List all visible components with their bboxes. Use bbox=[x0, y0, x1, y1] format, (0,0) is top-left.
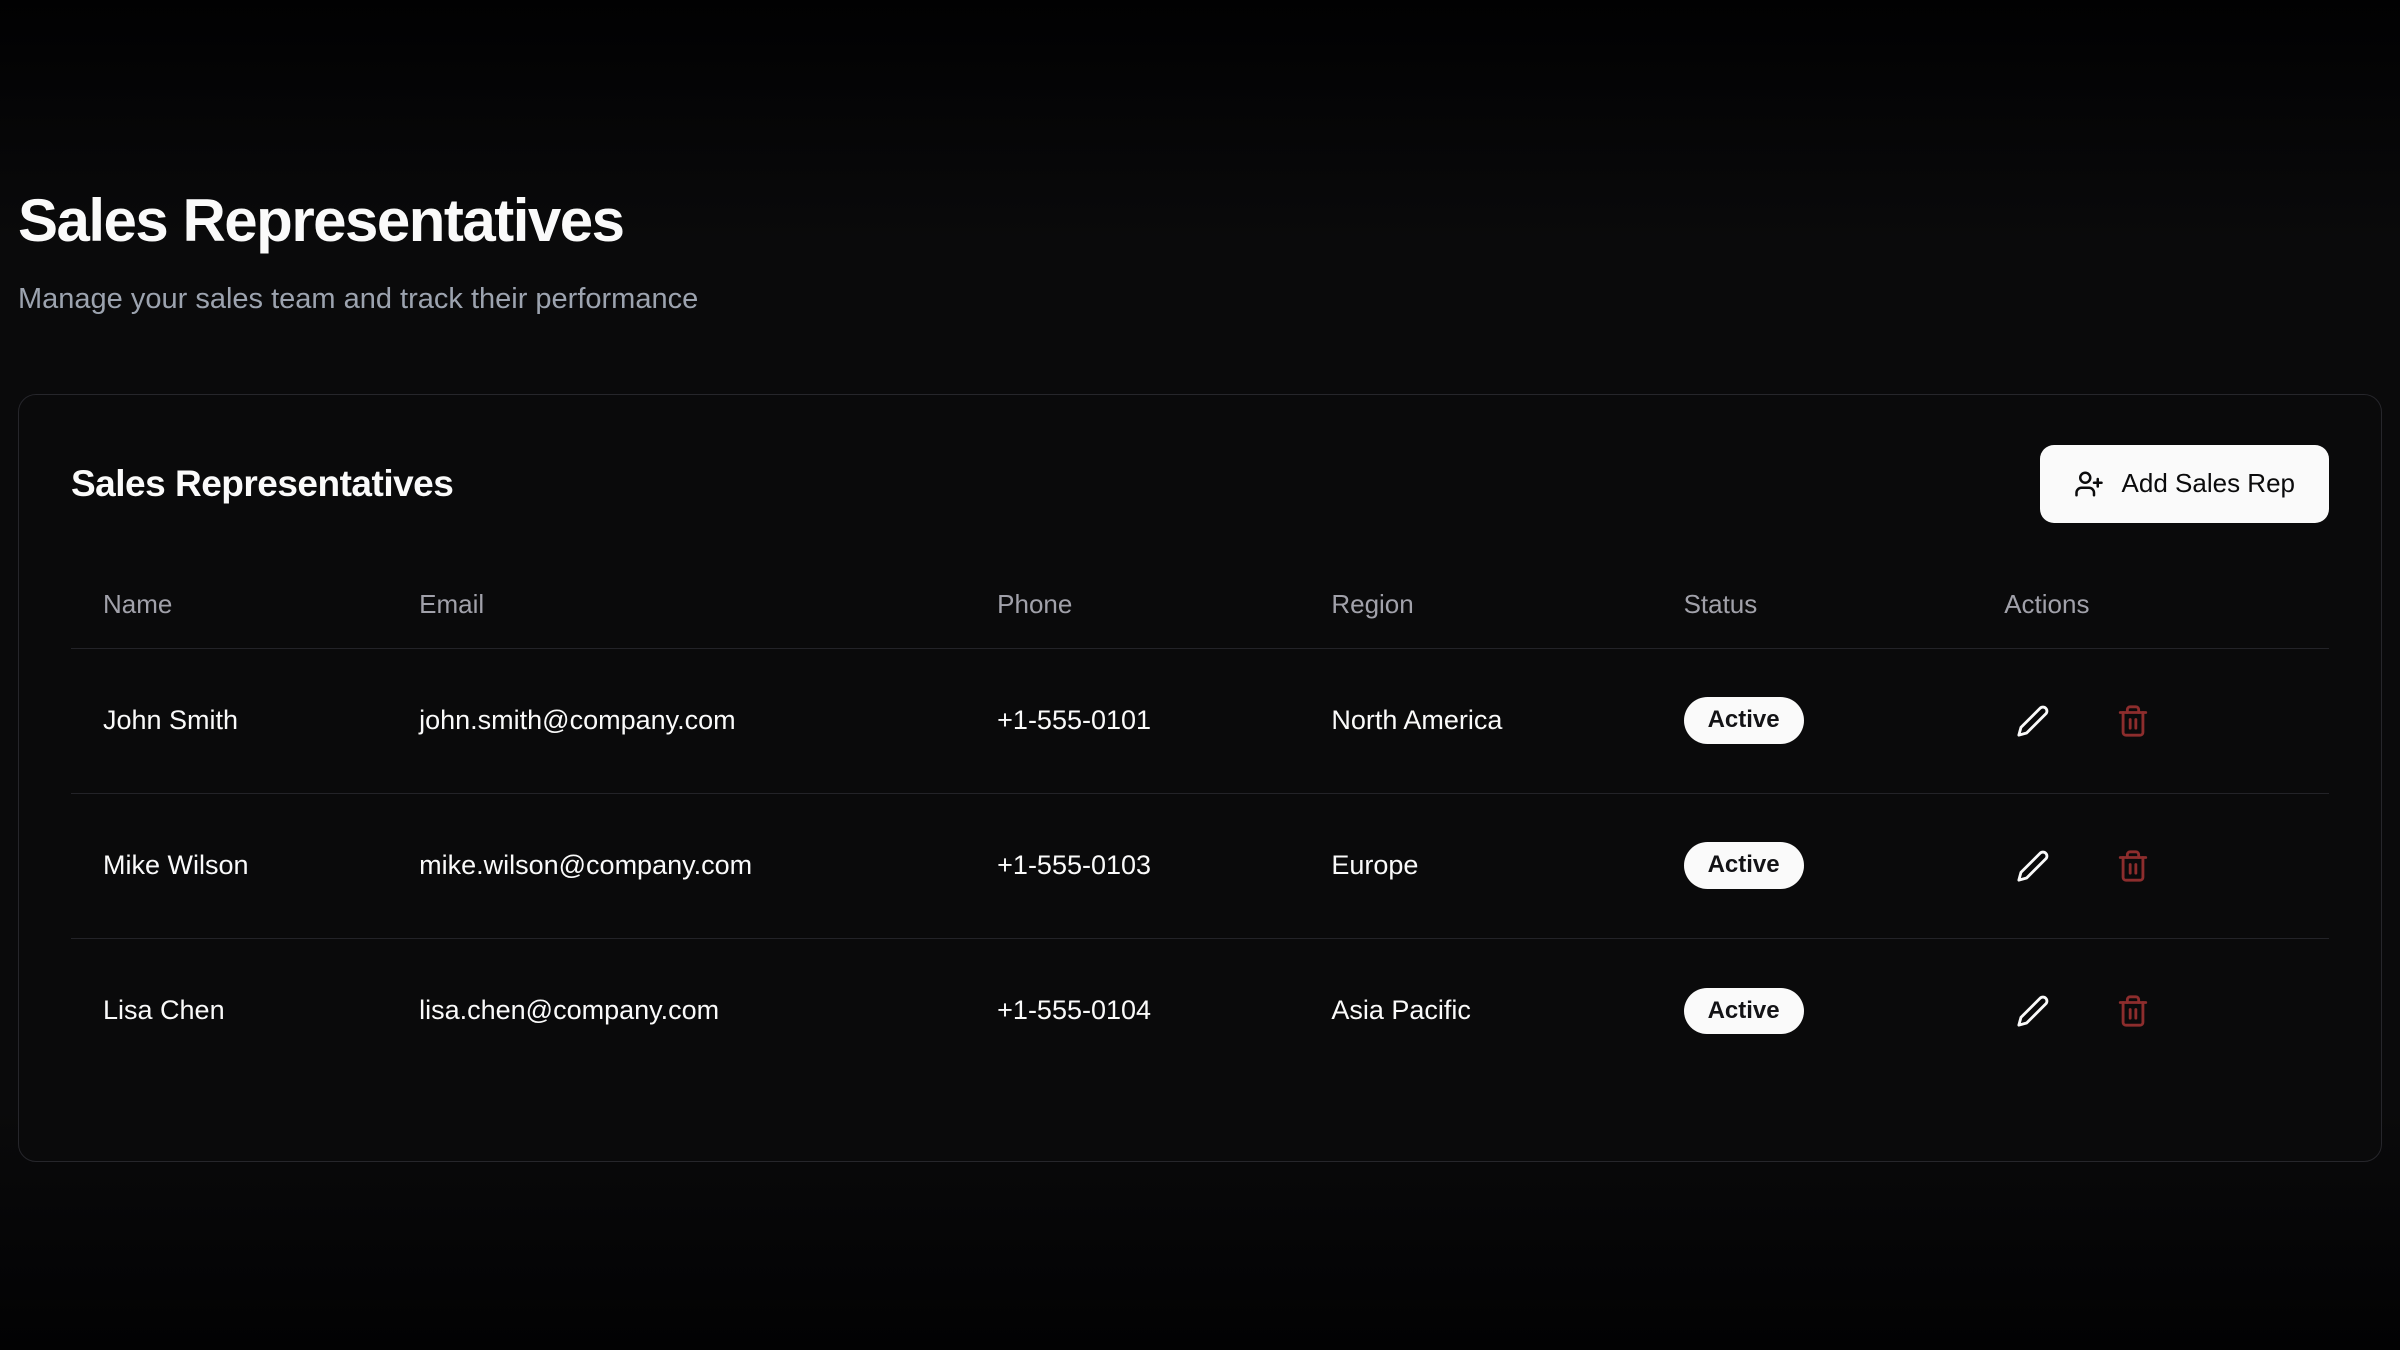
delete-button[interactable] bbox=[2104, 692, 2162, 750]
cell-actions bbox=[1972, 938, 2329, 1083]
table-row: John Smith john.smith@company.com +1-555… bbox=[71, 648, 2329, 793]
cell-phone: +1-555-0103 bbox=[965, 793, 1299, 938]
delete-button[interactable] bbox=[2104, 982, 2162, 1040]
cell-status: Active bbox=[1652, 793, 1973, 938]
page-title: Sales Representatives bbox=[18, 186, 2382, 255]
status-badge: Active bbox=[1684, 988, 1804, 1034]
pencil-icon bbox=[2016, 994, 2050, 1028]
trash-icon bbox=[2116, 849, 2150, 883]
cell-region: North America bbox=[1299, 648, 1651, 793]
cell-phone: +1-555-0101 bbox=[965, 648, 1299, 793]
column-header-name: Name bbox=[71, 561, 387, 649]
sales-reps-table: Name Email Phone Region Status Actions J… bbox=[71, 561, 2329, 1084]
delete-button[interactable] bbox=[2104, 837, 2162, 895]
column-header-phone: Phone bbox=[965, 561, 1299, 649]
add-sales-rep-button-label: Add Sales Rep bbox=[2122, 468, 2295, 499]
pencil-icon bbox=[2016, 704, 2050, 738]
column-header-status: Status bbox=[1652, 561, 1973, 649]
cell-email: john.smith@company.com bbox=[387, 648, 965, 793]
cell-name: John Smith bbox=[71, 648, 387, 793]
table-row: Lisa Chen lisa.chen@company.com +1-555-0… bbox=[71, 938, 2329, 1083]
cell-email: lisa.chen@company.com bbox=[387, 938, 965, 1083]
cell-region: Asia Pacific bbox=[1299, 938, 1651, 1083]
edit-button[interactable] bbox=[2004, 837, 2062, 895]
trash-icon bbox=[2116, 704, 2150, 738]
pencil-icon bbox=[2016, 849, 2050, 883]
add-sales-rep-button[interactable]: Add Sales Rep bbox=[2040, 445, 2329, 523]
cell-region: Europe bbox=[1299, 793, 1651, 938]
card-title: Sales Representatives bbox=[71, 463, 453, 505]
cell-name: Mike Wilson bbox=[71, 793, 387, 938]
card-header: Sales Representatives Add Sales Rep bbox=[71, 445, 2329, 523]
page-subtitle: Manage your sales team and track their p… bbox=[18, 279, 2382, 320]
cell-email: mike.wilson@company.com bbox=[387, 793, 965, 938]
trash-icon bbox=[2116, 994, 2150, 1028]
edit-button[interactable] bbox=[2004, 982, 2062, 1040]
user-plus-icon bbox=[2074, 469, 2104, 499]
edit-button[interactable] bbox=[2004, 692, 2062, 750]
cell-status: Active bbox=[1652, 648, 1973, 793]
cell-actions bbox=[1972, 793, 2329, 938]
column-header-email: Email bbox=[387, 561, 965, 649]
column-header-region: Region bbox=[1299, 561, 1651, 649]
table-row: Mike Wilson mike.wilson@company.com +1-5… bbox=[71, 793, 2329, 938]
page: Sales Representatives Manage your sales … bbox=[0, 0, 2400, 1162]
cell-status: Active bbox=[1652, 938, 1973, 1083]
cell-actions bbox=[1972, 648, 2329, 793]
cell-phone: +1-555-0104 bbox=[965, 938, 1299, 1083]
sales-reps-card: Sales Representatives Add Sales Rep bbox=[18, 394, 2382, 1162]
status-badge: Active bbox=[1684, 697, 1804, 743]
column-header-actions: Actions bbox=[1972, 561, 2329, 649]
status-badge: Active bbox=[1684, 842, 1804, 888]
table-header-row: Name Email Phone Region Status Actions bbox=[71, 561, 2329, 649]
cell-name: Lisa Chen bbox=[71, 938, 387, 1083]
